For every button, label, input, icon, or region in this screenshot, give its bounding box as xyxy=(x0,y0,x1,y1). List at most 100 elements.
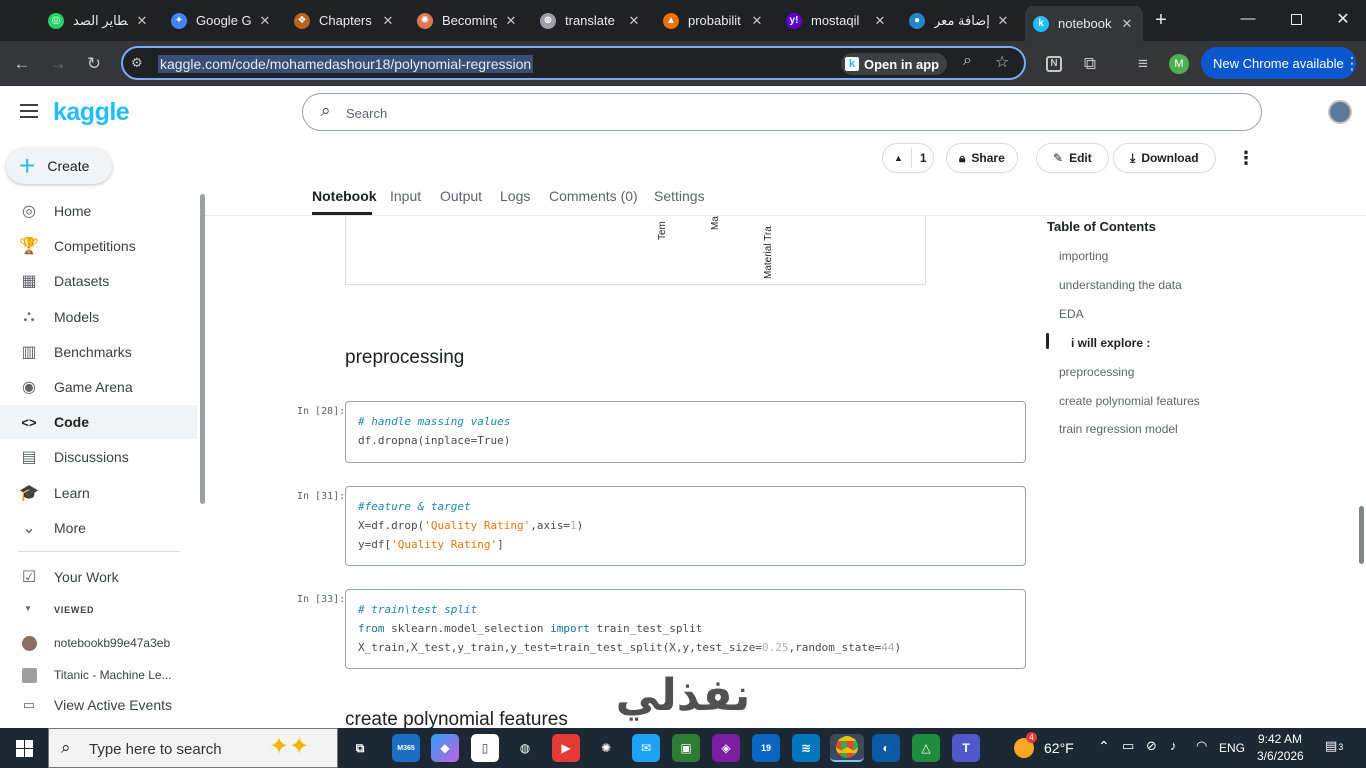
new-tab-button[interactable]: + xyxy=(1150,8,1172,32)
clock-time[interactable]: 9:42 AM xyxy=(1258,732,1302,746)
toc-item[interactable]: create polynomial features xyxy=(1059,394,1200,408)
download-button[interactable]: ⤓ Download xyxy=(1113,143,1216,173)
tab-input[interactable]: Input xyxy=(390,188,421,204)
minimize-button[interactable]: — xyxy=(1238,10,1258,30)
sidebar-item-models[interactable]: ⛬ Models xyxy=(0,300,197,334)
sidebar-item-learn[interactable]: 🎓 Learn xyxy=(0,476,197,510)
browser-tab[interactable]: ❖ Chapters ✕ xyxy=(286,6,404,35)
reload-button[interactable]: ↻ xyxy=(80,50,108,78)
file-explorer-icon[interactable]: ▯ xyxy=(471,734,499,762)
tab-output[interactable]: Output xyxy=(440,188,482,204)
tab-comments[interactable]: Comments (0) xyxy=(549,188,638,204)
close-tab-icon[interactable]: ✕ xyxy=(1119,16,1135,32)
copilot-app-icon[interactable]: ◆ xyxy=(431,734,459,762)
sidebar-item-competitions[interactable]: 🏆 Competitions xyxy=(0,229,197,263)
tab-logs[interactable]: Logs xyxy=(500,188,530,204)
new-chrome-available-button[interactable]: New Chrome available xyxy=(1201,47,1356,79)
browser-tab[interactable]: ● إضافة معر ✕ xyxy=(901,6,1019,35)
browser-tab[interactable]: ✺ Becoming ✕ xyxy=(409,6,527,35)
upvote-button[interactable]: ▲ 1 xyxy=(882,143,934,173)
browser-tab[interactable]: ✦ Google G ✕ xyxy=(163,6,281,35)
share-button[interactable]: 🔒︎ Share xyxy=(946,143,1018,173)
forward-button[interactable]: → xyxy=(44,50,72,78)
sidebar-item-more[interactable]: ⌄ More xyxy=(0,511,197,545)
close-tab-icon[interactable]: ✕ xyxy=(134,13,150,29)
user-avatar[interactable] xyxy=(1328,100,1352,124)
tray-volume-icon[interactable]: ♪ xyxy=(1170,738,1177,753)
view-active-events-link[interactable]: ▭ View Active Events xyxy=(0,688,197,722)
toc-item[interactable]: EDA xyxy=(1059,307,1084,321)
close-tab-icon[interactable]: ✕ xyxy=(626,13,642,29)
viewed-item[interactable]: Titanic - Machine Le... xyxy=(0,658,197,692)
toc-item[interactable]: preprocessing xyxy=(1059,365,1134,379)
close-tab-icon[interactable]: ✕ xyxy=(503,13,519,29)
weather-widget[interactable]: 4 62°F xyxy=(1014,732,1074,760)
chatgpt-app-icon[interactable]: ✺ xyxy=(592,734,620,762)
close-tab-icon[interactable]: ✕ xyxy=(872,13,888,29)
close-tab-icon[interactable]: ✕ xyxy=(995,13,1011,29)
viewed-collapse-icon[interactable]: ▼ xyxy=(24,604,32,613)
sidebar-item-game-arena[interactable]: ◉ Game Arena xyxy=(0,370,197,404)
task-view-icon[interactable]: ⧉ xyxy=(346,734,374,762)
sidebar-item-code[interactable]: <> Code xyxy=(0,405,197,440)
browser-tab[interactable]: ▲ probabilit ✕ xyxy=(655,6,773,35)
address-bar[interactable]: ⚙ kaggle.com/code/mohamedashour18/polyno… xyxy=(121,46,1026,80)
teams-icon[interactable]: T xyxy=(952,734,980,762)
kaggle-search-bar[interactable]: ⌕ Search xyxy=(302,93,1262,131)
vscode-icon[interactable]: ≋ xyxy=(792,734,820,762)
sidebar-item-discussions[interactable]: ▤ Discussions xyxy=(0,440,197,474)
toc-item[interactable]: i will explore : xyxy=(1071,336,1150,350)
browser-tab[interactable]: y! mostaqil ✕ xyxy=(778,6,896,35)
tray-chevron-up-icon[interactable]: ⌃ xyxy=(1098,738,1110,755)
toc-item[interactable]: train regression model xyxy=(1059,422,1178,436)
close-tab-icon[interactable]: ✕ xyxy=(749,13,765,29)
sidebar-item-home[interactable]: ◎ Home xyxy=(0,194,197,228)
code-cell[interactable]: #feature & target X=df.drop('Quality Rati… xyxy=(345,486,1026,566)
profile-avatar[interactable]: M xyxy=(1165,50,1193,78)
edge-icon[interactable]: ◐ xyxy=(872,734,900,762)
taskbar-app-icon-2[interactable]: ✉ xyxy=(632,734,660,762)
google-drive-icon[interactable]: △ xyxy=(912,734,940,762)
maximize-button[interactable] xyxy=(1286,10,1306,30)
tray-meet-icon[interactable]: ▭ xyxy=(1122,738,1134,754)
close-tab-icon[interactable]: ✕ xyxy=(380,13,396,29)
clock-date[interactable]: 3/6/2026 xyxy=(1257,749,1304,763)
language-indicator[interactable]: ENG xyxy=(1219,741,1245,755)
tray-network-icon[interactable]: ⊘ xyxy=(1146,738,1157,754)
browser-tab[interactable]: k notebook ✕ xyxy=(1025,6,1143,41)
zoom-search-icon[interactable]: ⌕ xyxy=(963,52,972,70)
browser-tab[interactable]: ⊕ translate ✕ xyxy=(532,6,650,35)
create-button[interactable]: + Create xyxy=(6,148,112,184)
site-settings-icon[interactable]: ⚙ xyxy=(131,55,147,71)
open-in-app-button[interactable]: k Open in app xyxy=(841,53,948,75)
chrome-taskbar-icon[interactable] xyxy=(830,734,864,762)
bookmark-star-icon[interactable]: ☆ xyxy=(995,52,1009,72)
media-controls-icon[interactable]: ≡ xyxy=(1129,50,1157,78)
tab-settings[interactable]: Settings xyxy=(654,188,705,204)
kaggle-logo[interactable]: kaggle xyxy=(53,98,130,127)
taskbar-app-icon-4[interactable]: ◈ xyxy=(712,734,740,762)
url-text[interactable]: kaggle.com/code/mohamedashour18/polynomi… xyxy=(158,55,534,73)
close-tab-icon[interactable]: ✕ xyxy=(257,13,273,29)
more-options-icon[interactable]: ⋮ xyxy=(1237,148,1255,169)
tab-notebook[interactable]: Notebook xyxy=(312,188,377,204)
taskbar-app-icon[interactable]: ◍ xyxy=(511,734,539,762)
close-window-button[interactable]: ✕ xyxy=(1333,9,1353,29)
viewed-item[interactable]: notebookb99e47a3eb xyxy=(0,626,197,660)
code-cell[interactable]: # handle massing values df.dropna(inplace… xyxy=(345,401,1026,463)
tray-wifi-icon[interactable]: ◠ xyxy=(1196,738,1207,754)
hamburger-menu-icon[interactable] xyxy=(20,104,38,118)
browser-tab[interactable]: ◎ تطاير الصد ✕ xyxy=(40,6,158,35)
microsoft-365-icon[interactable]: M365 xyxy=(392,734,420,762)
edit-button[interactable]: ✎ Edit xyxy=(1036,143,1109,173)
taskbar-search-box[interactable]: ⌕ Type here to search ✦✦ xyxy=(48,728,338,768)
extensions-icon[interactable]: ⧉ xyxy=(1076,50,1104,78)
toc-item[interactable]: importing xyxy=(1059,249,1108,263)
youtube-app-icon[interactable]: ▶ xyxy=(552,734,580,762)
main-scrollbar[interactable] xyxy=(1359,506,1364,564)
sidebar-item-benchmarks[interactable]: ▥ Benchmarks xyxy=(0,335,197,369)
windows-start-icon[interactable] xyxy=(16,740,33,757)
your-work-link[interactable]: ☑ Your Work xyxy=(0,560,197,594)
back-button[interactable]: ← xyxy=(8,50,36,78)
notifications-icon[interactable]: ▤3 xyxy=(1325,738,1343,754)
